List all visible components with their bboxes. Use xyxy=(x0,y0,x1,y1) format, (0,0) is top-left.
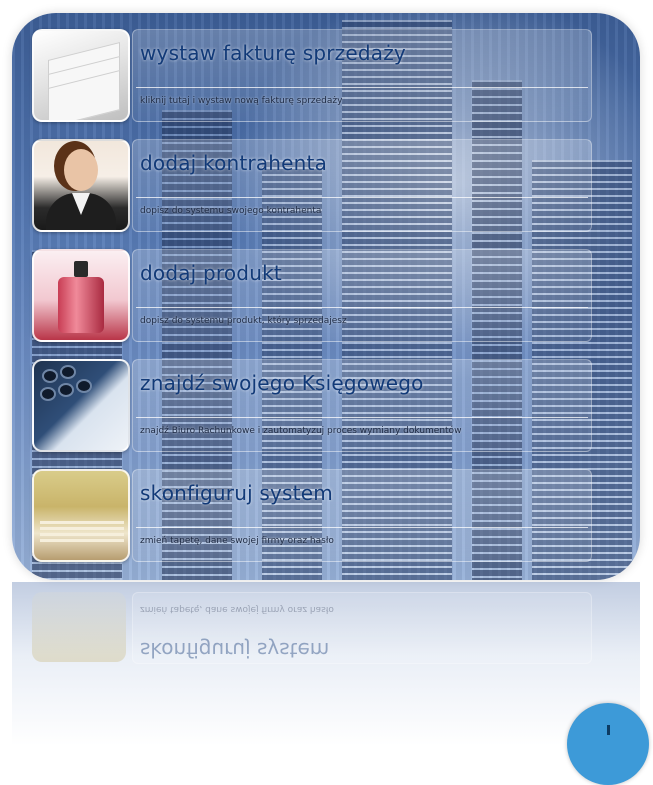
settings-books-icon xyxy=(32,469,130,562)
menu-item-description: dopisz do systemu swojego kontrahenta xyxy=(140,206,322,216)
panel-reflection: zmień tapetę, dane swojej firmy oraz has… xyxy=(12,582,640,746)
reflection-description: zmień tapetę, dane swojej firmy oraz has… xyxy=(140,604,334,614)
menu-item-title[interactable]: znajdź swojego Księgowego xyxy=(140,371,424,395)
menu-item-add-contractor[interactable]: dodaj kontrahenta dopisz do systemu swoj… xyxy=(32,139,592,232)
dashboard-panel: wystaw fakturę sprzedaży kliknij tutaj i… xyxy=(12,13,640,580)
contractor-person-icon xyxy=(32,139,130,232)
menu-item-configure-system[interactable]: skonfiguruj system zmień tapetę, dane sw… xyxy=(32,469,592,562)
invoice-papers-icon xyxy=(32,29,130,122)
corner-circle-button[interactable] xyxy=(567,703,649,785)
menu-item-description: dopisz do systemu produkt, który sprzeda… xyxy=(140,316,347,326)
menu-item-title[interactable]: dodaj produkt xyxy=(140,261,282,285)
divider xyxy=(136,87,588,88)
menu-item-find-accountant[interactable]: znajdź swojego Księgowego znajdź Biuro R… xyxy=(32,359,592,452)
divider xyxy=(136,307,588,308)
menu-item-title[interactable]: dodaj kontrahenta xyxy=(140,151,327,175)
menu-item-title[interactable]: skonfiguruj system xyxy=(140,481,333,505)
menu-item-issue-invoice[interactable]: wystaw fakturę sprzedaży kliknij tutaj i… xyxy=(32,29,592,122)
menu-item-description: znajdź Biuro Rachunkowe i zautomatyzuj p… xyxy=(140,426,462,436)
menu-item-title[interactable]: wystaw fakturę sprzedaży xyxy=(140,41,406,65)
reflection-title: skonfiguruj system xyxy=(140,638,330,662)
divider xyxy=(136,197,588,198)
corner-button-mark xyxy=(607,725,610,735)
menu-item-description: zmień tapetę, dane swojej firmy oraz has… xyxy=(140,536,334,546)
menu-item-description: kliknij tutaj i wystaw nową fakturę sprz… xyxy=(140,96,343,106)
reflection-thumbnail xyxy=(32,592,126,662)
divider xyxy=(136,417,588,418)
accountant-calculator-icon xyxy=(32,359,130,452)
menu-item-add-product[interactable]: dodaj produkt dopisz do systemu produkt,… xyxy=(32,249,592,342)
product-perfume-icon xyxy=(32,249,130,342)
divider xyxy=(136,527,588,528)
